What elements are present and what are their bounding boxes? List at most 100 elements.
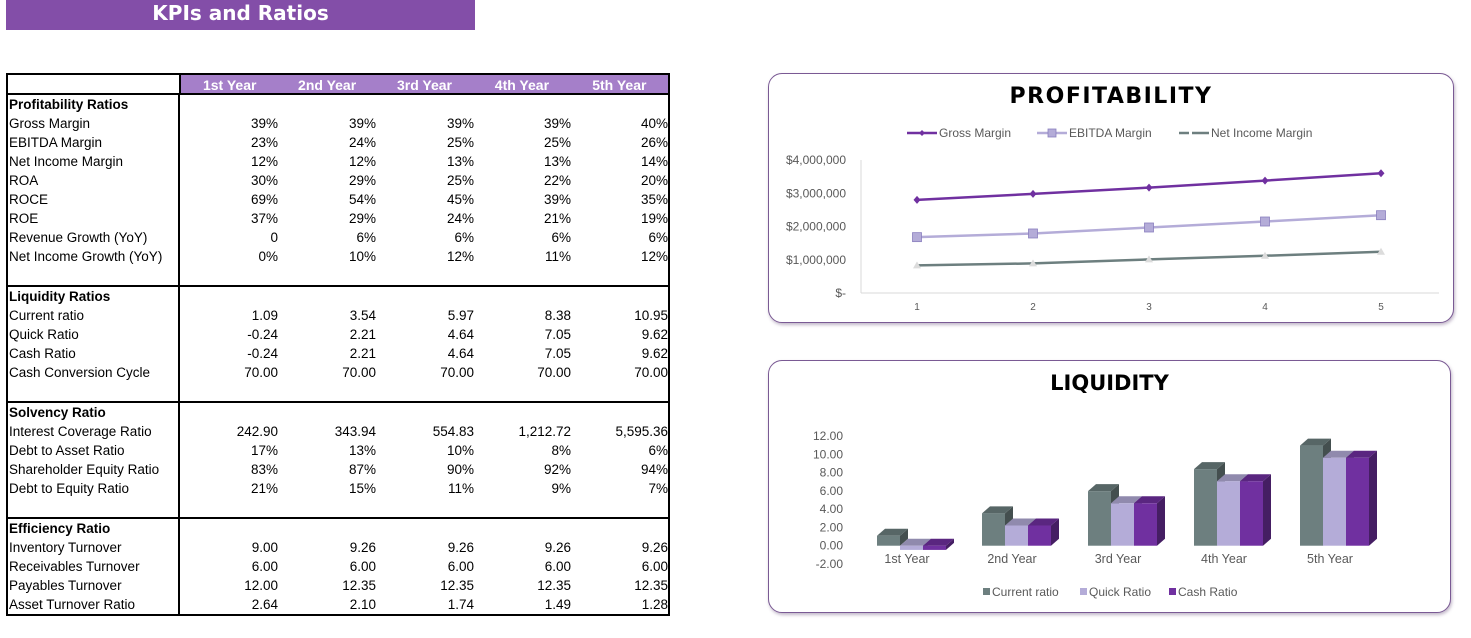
- ratio-label: Cash Ratio: [9, 346, 76, 361]
- ratio-value: 9.62: [641, 327, 668, 342]
- ratio-value: 1.74: [447, 597, 474, 612]
- data-point: [1145, 183, 1153, 192]
- bar-cash-ratio: [1346, 450, 1377, 546]
- ratio-value: 20%: [640, 173, 668, 188]
- ratio-value: 40%: [640, 116, 668, 131]
- liquidity-chart: LIQUIDITY -2.00 0.00 2.00 4.00 6.00 8.00 10.00…: [768, 360, 1451, 613]
- ratio-label: ROA: [9, 173, 39, 188]
- ratio-values-row: 9.00 9.26 9.26 9.26 9.26: [180, 538, 668, 557]
- ratio-value: 21%: [250, 481, 278, 496]
- data-point: [1376, 210, 1386, 221]
- ratio-value: 10%: [348, 249, 376, 264]
- legend-swatch: [1080, 588, 1087, 595]
- legend-label: Gross Margin: [939, 126, 1011, 140]
- ratio-value: 9.26: [641, 540, 668, 555]
- ratio-value: 6%: [454, 230, 474, 245]
- page-title: KPIs and Ratios: [6, 0, 475, 30]
- x-tick-label: 2: [1030, 302, 1036, 313]
- ratio-value: 13%: [348, 443, 376, 458]
- ratio-value: 9.26: [544, 540, 571, 555]
- section-title: Solvency Ratio: [9, 405, 106, 420]
- ratio-value: 12.35: [440, 578, 474, 593]
- ratio-values-row: 6.00 6.00 6.00 6.00 6.00: [180, 557, 668, 576]
- ratio-value: 8.38: [544, 308, 571, 323]
- ratio-values-row: 17% 13% 10% 8% 6%: [180, 441, 668, 460]
- ratio-label: Debt to Asset Ratio: [9, 443, 125, 458]
- bar-front-face: [1346, 457, 1369, 546]
- liquidity-chart-plot: -2.00 0.00 2.00 4.00 6.00 8.00 10.00 12.00 1st Y…: [813, 429, 1377, 599]
- bar-front-face: [1134, 503, 1157, 546]
- data-point: [1028, 228, 1038, 239]
- header-blank-cell: [8, 75, 181, 93]
- ratio-value: 7%: [648, 481, 668, 496]
- ratio-value: 70.00: [342, 365, 376, 380]
- ratio-value: 8%: [551, 443, 571, 458]
- ratio-value: 94%: [640, 462, 668, 477]
- ratio-values-row: 69% 54% 45% 39% 35%: [180, 190, 668, 209]
- ratio-value: 6.00: [447, 559, 474, 574]
- legend-label: Net Income Margin: [1211, 126, 1312, 140]
- ratio-label: Quick Ratio: [9, 327, 79, 342]
- ratio-label: Asset Turnover Ratio: [9, 597, 136, 612]
- section-values: 39% 39% 39% 39% 40% 23% 24% 25% 25% 26% 12% 12% 13% 1…: [180, 95, 668, 285]
- profitability-chart-plot: $- $1,000,000 $2,000,000 $3,000,000 $4,000,0…: [786, 126, 1439, 313]
- ratio-value: 15%: [348, 481, 376, 496]
- legend-label: Current ratio: [992, 585, 1059, 599]
- bar-front-face: [900, 545, 923, 550]
- x-tick-label: 1: [914, 302, 920, 313]
- ratio-value: 4.64: [447, 327, 474, 342]
- ratio-value: 2.21: [349, 346, 376, 361]
- ratio-value: 25%: [446, 135, 474, 150]
- y-tick-label: $4,000,000: [786, 153, 846, 167]
- profitability-chart: PROFITABILITY $- $1,000,000 $2,000,000 $3,0…: [768, 73, 1454, 323]
- bar-front-face: [1323, 457, 1346, 546]
- bar-side-face: [1369, 450, 1377, 546]
- ratio-value: 6.00: [544, 559, 571, 574]
- y-tick-label: 8.00: [820, 466, 844, 480]
- x-tick-label: 5: [1378, 302, 1384, 313]
- ratio-values-row: 23% 24% 25% 25% 26%: [180, 133, 668, 152]
- data-point: [912, 232, 922, 243]
- ratio-value: 70.00: [244, 365, 278, 380]
- y-tick-label: -2.00: [816, 557, 844, 571]
- ratio-value: 19%: [640, 211, 668, 226]
- y-tick-label: 12.00: [813, 429, 843, 443]
- ratio-value: 6%: [551, 230, 571, 245]
- year-header: 5th Year: [592, 77, 647, 93]
- ratio-value: 1,212.72: [518, 424, 571, 439]
- ratio-section: Solvency Ratio Interest Coverage Ratio Deb…: [8, 403, 668, 519]
- ratio-values-row: 83% 87% 90% 92% 94%: [180, 460, 668, 479]
- ratio-value: 5,595.36: [615, 424, 668, 439]
- legend-swatch: [1169, 588, 1176, 595]
- y-tick-label: $2,000,000: [786, 220, 846, 234]
- bar-front-face: [1088, 491, 1111, 546]
- section-labels: Profitability Ratios Gross Margin EBITDA M…: [8, 95, 180, 285]
- ratio-value: 39%: [543, 116, 571, 131]
- x-tick-label: 5th Year: [1307, 552, 1353, 566]
- ratio-values-row: -0.24 2.21 4.64 7.05 9.62: [180, 325, 668, 344]
- ratio-label: Receivables Turnover: [9, 559, 140, 574]
- ratio-value: 12%: [446, 249, 474, 264]
- ratio-value: 12%: [348, 154, 376, 169]
- bar-front-face: [1217, 481, 1240, 546]
- ratio-value: 39%: [348, 116, 376, 131]
- ratio-value: 39%: [250, 116, 278, 131]
- y-tick-label: $1,000,000: [786, 253, 846, 267]
- ratio-value: 343.94: [334, 424, 376, 439]
- ratio-label: Net Income Margin: [9, 154, 124, 169]
- ratio-value: 2.64: [251, 597, 278, 612]
- ratio-values-row: -0.24 2.21 4.64 7.05 9.62: [180, 344, 668, 363]
- ratio-value: 9.26: [447, 540, 474, 555]
- y-tick-label: $3,000,000: [786, 186, 846, 200]
- ratio-value: 0%: [258, 249, 278, 264]
- ratio-value: 2.10: [349, 597, 376, 612]
- ratio-section: Efficiency Ratio Inventory Turnover Receiv…: [8, 519, 668, 614]
- ratio-value: 29%: [348, 211, 376, 226]
- ratio-label: Payables Turnover: [9, 578, 122, 593]
- ratio-label: Net Income Growth (YoY): [9, 249, 163, 264]
- ratio-value: 1.28: [641, 597, 668, 612]
- ratio-label: EBITDA Margin: [9, 135, 103, 150]
- ratio-value: 70.00: [537, 365, 571, 380]
- ratio-value: 554.83: [432, 424, 474, 439]
- bar-front-face: [1300, 445, 1323, 546]
